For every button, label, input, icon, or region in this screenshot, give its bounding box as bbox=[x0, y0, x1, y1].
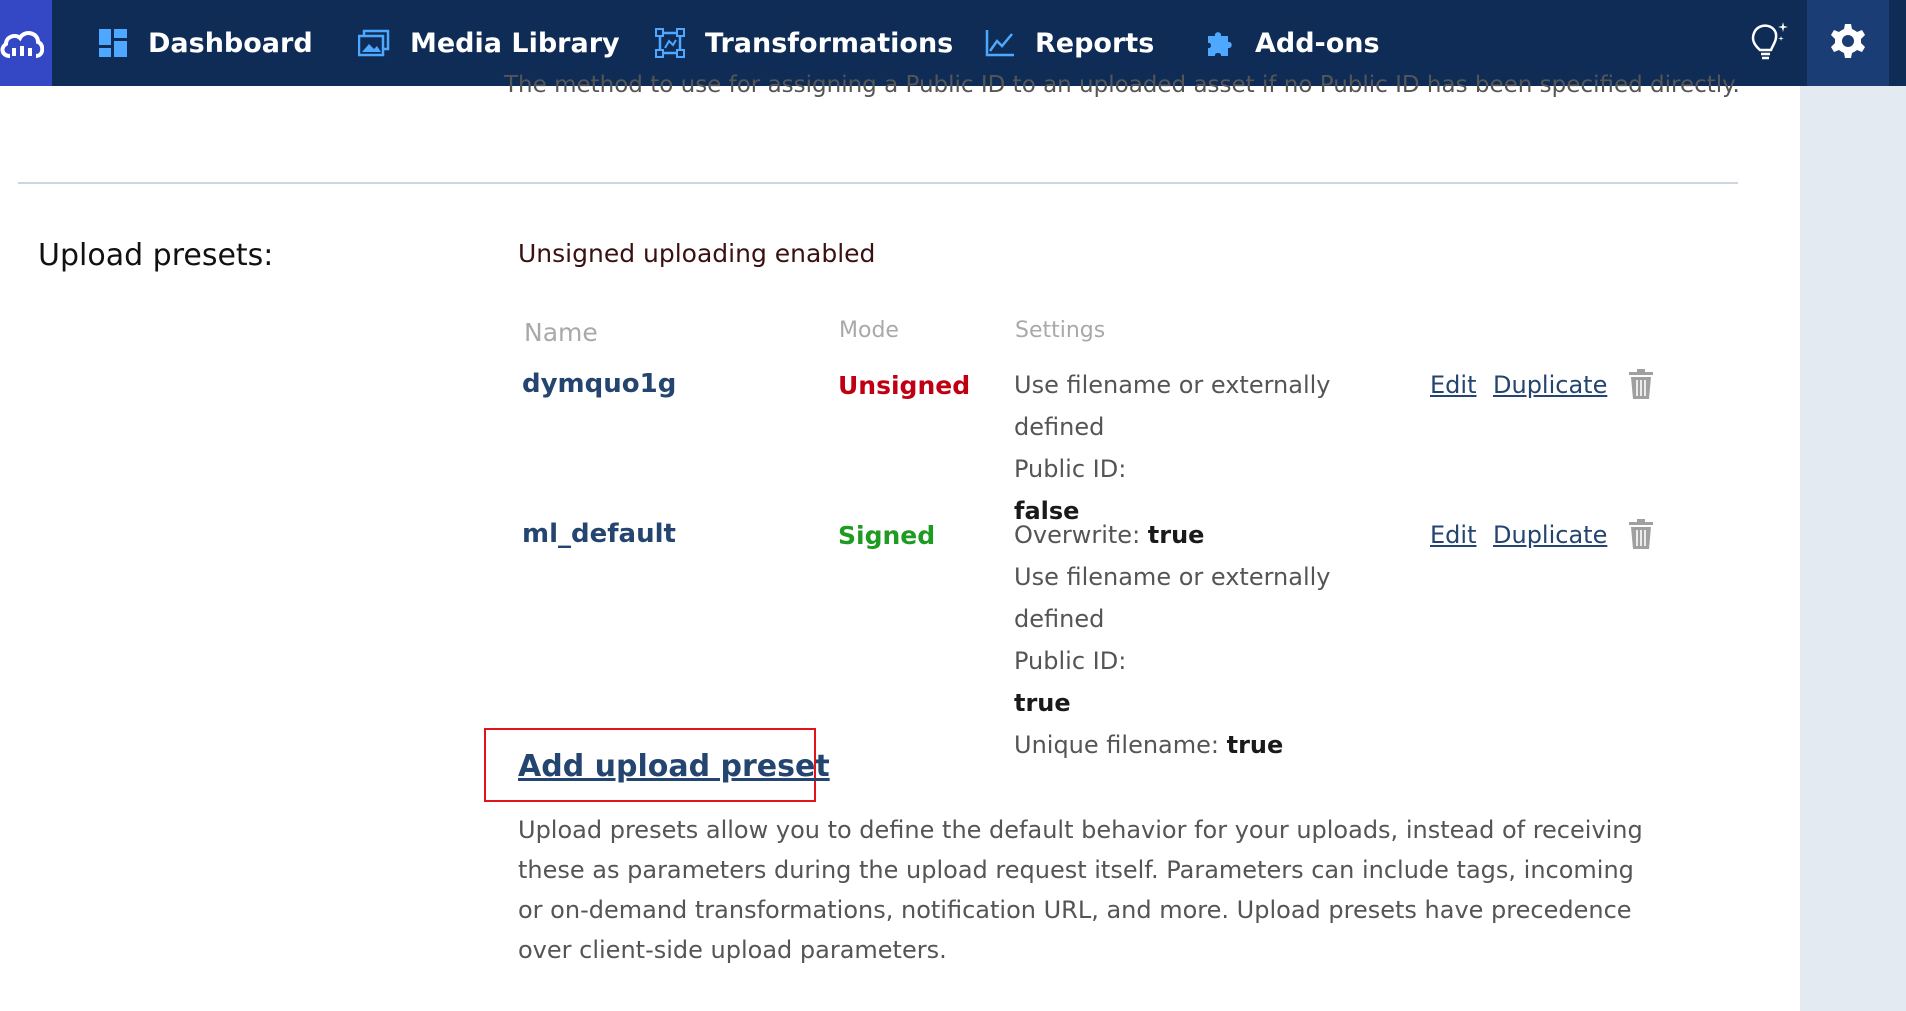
setting-line: Public ID: bbox=[1014, 448, 1414, 490]
right-scroll-gutter bbox=[1800, 86, 1906, 1011]
column-header-settings: Settings bbox=[1015, 318, 1106, 343]
upload-presets-help-text: Upload presets allow you to define the d… bbox=[518, 816, 1643, 964]
add-upload-preset-link[interactable]: Add upload preset bbox=[518, 749, 830, 784]
setting-line: Overwrite: true bbox=[1014, 514, 1414, 556]
nav-media-library-label: Media Library bbox=[410, 27, 620, 59]
duplicate-link[interactable]: Duplicate bbox=[1493, 371, 1607, 399]
setting-value: true bbox=[1226, 731, 1284, 759]
preset-mode-signed: Signed bbox=[838, 521, 936, 550]
setting-text: Overwrite: bbox=[1014, 521, 1148, 549]
section-divider bbox=[18, 182, 1738, 184]
transformations-icon bbox=[655, 28, 685, 58]
setting-line: Use filename or externally defined bbox=[1014, 364, 1414, 448]
setting-line: Unique filename: true bbox=[1014, 724, 1414, 766]
trash-icon[interactable] bbox=[1628, 519, 1654, 553]
dashboard-icon bbox=[98, 28, 128, 58]
setting-text: Use filename or externally defined bbox=[1014, 371, 1331, 441]
nav-transformations-label: Transformations bbox=[705, 27, 954, 59]
trash-icon[interactable] bbox=[1628, 369, 1654, 403]
setting-line: Public ID: bbox=[1014, 640, 1414, 682]
setting-value: true bbox=[1014, 689, 1071, 717]
setting-text: Unique filename: bbox=[1014, 731, 1227, 759]
preset-name-link[interactable]: ml_default bbox=[522, 519, 676, 549]
nav-reports-label: Reports bbox=[1035, 27, 1155, 59]
nav-add-ons-label: Add-ons bbox=[1255, 27, 1380, 59]
setting-text: Public ID: bbox=[1014, 647, 1127, 675]
nav-dashboard[interactable]: Dashboard bbox=[98, 0, 313, 86]
setting-value: true bbox=[1147, 521, 1205, 549]
column-header-name: Name bbox=[524, 318, 598, 347]
previous-setting-description: The method to use for assigning a Public… bbox=[504, 72, 1740, 98]
setting-line: true bbox=[1014, 682, 1414, 724]
media-library-icon bbox=[358, 29, 390, 57]
nav-dashboard-label: Dashboard bbox=[148, 27, 313, 59]
preset-settings: Use filename or externally defined Publi… bbox=[1014, 364, 1414, 532]
preset-name-link[interactable]: dymquo1g bbox=[522, 369, 676, 399]
setting-text: Use filename or externally defined bbox=[1014, 563, 1331, 633]
duplicate-link[interactable]: Duplicate bbox=[1493, 521, 1607, 549]
preset-mode-unsigned: Unsigned bbox=[838, 371, 971, 400]
lightbulb-icon[interactable] bbox=[1743, 16, 1793, 66]
upload-presets-label: Upload presets: bbox=[38, 238, 274, 273]
puzzle-icon bbox=[1205, 28, 1235, 58]
gear-icon bbox=[1829, 22, 1867, 64]
edit-link[interactable]: Edit bbox=[1430, 521, 1476, 549]
column-header-mode: Mode bbox=[839, 318, 899, 343]
settings-button[interactable] bbox=[1807, 0, 1889, 86]
preset-settings: Overwrite: true Use filename or external… bbox=[1014, 514, 1414, 766]
unsigned-uploading-status: Unsigned uploading enabled bbox=[518, 239, 876, 268]
reports-icon bbox=[985, 29, 1015, 57]
setting-line: Use filename or externally defined bbox=[1014, 556, 1414, 640]
setting-text: Public ID: bbox=[1014, 455, 1127, 483]
edit-link[interactable]: Edit bbox=[1430, 371, 1476, 399]
cloudinary-logo[interactable] bbox=[0, 0, 52, 86]
